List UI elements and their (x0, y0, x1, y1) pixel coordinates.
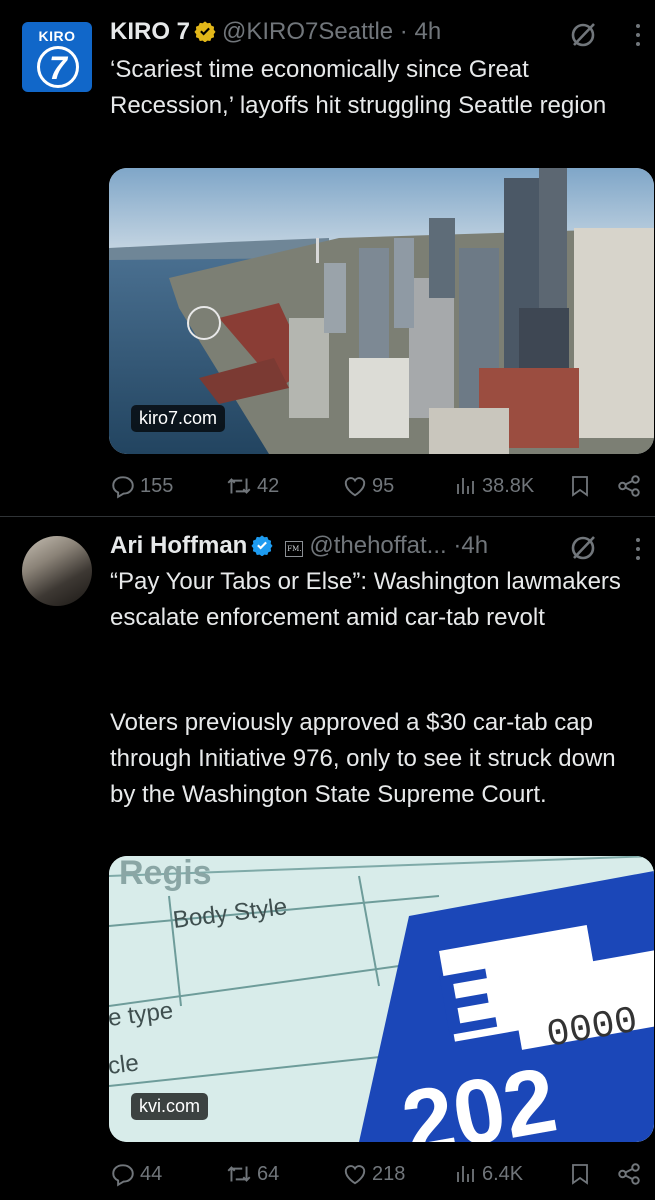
separator: · (399, 18, 408, 45)
share-icon (618, 1163, 640, 1185)
form-field-text: Body Style (171, 893, 288, 934)
display-name[interactable]: Ari Hoffman (110, 532, 247, 559)
repost-button[interactable]: 42 (225, 470, 279, 502)
bookmark-icon (572, 1164, 588, 1185)
like-icon (344, 477, 366, 497)
reply-count: 155 (140, 474, 174, 497)
share-button[interactable] (616, 470, 646, 502)
views-button[interactable]: 38.8K (454, 470, 534, 502)
tweet-text: “Pay Your Tabs or Else”: Washington lawm… (110, 568, 621, 631)
avatar[interactable]: KIRO 7 (22, 22, 92, 92)
verified-blue-icon (251, 535, 273, 556)
form-title-text: Regis (119, 856, 212, 892)
reply-count: 44 (140, 1162, 163, 1185)
form-field-text: cle (109, 1049, 140, 1080)
timestamp[interactable]: 4h (414, 18, 441, 45)
media-domain: kiro7.com (131, 405, 226, 432)
tab-letter-text: E (431, 950, 504, 1055)
views-button[interactable]: 6.4K (454, 1158, 523, 1190)
tweet-header: KIRO 7 @KIRO7Seattle · 4h (110, 18, 441, 54)
share-icon (618, 475, 640, 497)
verified-gold-icon (194, 21, 216, 42)
reply-icon (112, 476, 134, 499)
repost-icon (227, 1166, 251, 1182)
tab-number-text: 0000 (544, 1000, 641, 1058)
like-button[interactable]: 95 (342, 470, 394, 502)
tweet-text: ‘Scariest time economically since Great … (110, 56, 607, 119)
bookmark-button[interactable] (568, 1158, 596, 1190)
like-icon (344, 1165, 366, 1185)
tab-year-text: 202 (395, 1049, 564, 1142)
avatar-logo-number: 7 (49, 50, 67, 86)
like-button[interactable]: 218 (342, 1158, 405, 1190)
bookmark-icon (572, 476, 588, 497)
repost-icon (227, 478, 251, 494)
reply-button[interactable]: 44 (110, 1158, 162, 1190)
timestamp[interactable]: 4h (461, 532, 488, 559)
tweet-header: Ari Hoffman FM. @thehoffat... ·4h (110, 532, 488, 568)
avatar-logo-text: KIRO (38, 28, 76, 44)
like-count: 95 (372, 474, 395, 497)
car-tab-registration-image: Regis Body Style e type cle te E 0000 20… (109, 856, 654, 1142)
action-bar: 44 64 218 6.4K (110, 1158, 640, 1190)
action-bar: 155 42 95 38.8K (110, 470, 640, 502)
display-name[interactable]: KIRO 7 (110, 18, 190, 45)
tweet-divider (0, 516, 655, 517)
bookmark-button[interactable] (568, 470, 596, 502)
repost-count: 42 (257, 474, 280, 497)
avatar-logo-circle: 7 (37, 46, 79, 88)
form-field-text: te (567, 906, 588, 933)
reply-button[interactable]: 155 (110, 470, 173, 502)
views-icon (457, 478, 474, 494)
more-icon[interactable] (634, 538, 642, 562)
views-count: 38.8K (482, 474, 535, 497)
handle[interactable]: @thehoffat... (309, 532, 446, 559)
views-count: 6.4K (482, 1162, 524, 1185)
separator: · (453, 532, 462, 559)
reply-icon (112, 1164, 134, 1187)
share-button[interactable] (616, 1158, 646, 1190)
repost-button[interactable]: 64 (225, 1158, 279, 1190)
more-icon[interactable] (634, 24, 642, 48)
like-count: 218 (372, 1162, 406, 1185)
repost-count: 64 (257, 1162, 280, 1185)
tweet-text-paragraph-2: Voters previously approved a $30 car-tab… (110, 709, 616, 808)
grok-icon[interactable] (568, 20, 598, 50)
tweet-kiro7[interactable]: KIRO 7 KIRO 7 @KIRO7Seattle · 4h ‘Scaries… (0, 0, 655, 515)
form-field-text: e type (109, 997, 175, 1032)
affiliate-badge-icon: FM. (285, 541, 304, 557)
tweet-image[interactable]: kiro7.com (109, 168, 654, 454)
handle[interactable]: @KIRO7Seattle (222, 18, 393, 45)
tweet-image[interactable]: Regis Body Style e type cle te E 0000 20… (109, 856, 654, 1142)
grok-icon[interactable] (568, 533, 598, 563)
avatar[interactable] (22, 536, 92, 606)
media-domain: kvi.com (131, 1093, 209, 1120)
views-icon (457, 1166, 474, 1182)
